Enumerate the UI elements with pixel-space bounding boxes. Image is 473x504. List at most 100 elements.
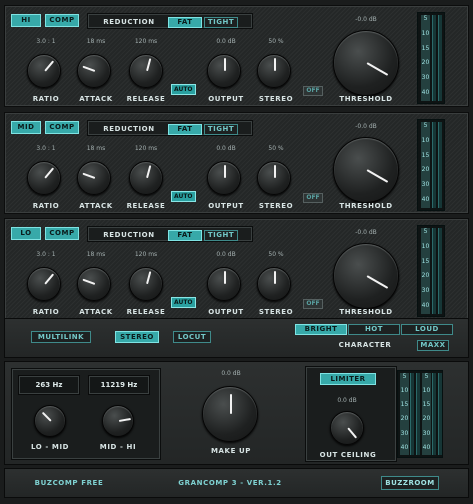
meter-scale-tick: 20: [421, 272, 430, 280]
output-value: 0.0 dB: [216, 251, 236, 258]
meter-scale-tick: 20: [421, 59, 430, 67]
meter-scale: 5 10 15 20 30 40: [421, 122, 430, 208]
band-mid-fat-button[interactable]: FAT: [168, 124, 202, 135]
band-lo-attack-knob[interactable]: [77, 267, 111, 301]
band-lo-stereo-knob[interactable]: [257, 267, 291, 301]
band-lo-output-knob[interactable]: [207, 267, 241, 301]
out-ceiling-label: OUT CEILING: [319, 451, 377, 459]
band-hi-solo-button[interactable]: HI: [11, 14, 41, 27]
band-mid-threshold-knob[interactable]: [333, 137, 399, 203]
band-lo-solo-button[interactable]: LO: [11, 227, 41, 240]
out-ceiling-knob[interactable]: [330, 411, 364, 445]
band-hi-reduction-box: REDUCTION FAT TIGHT: [87, 13, 253, 29]
band-lo-release-knob[interactable]: [129, 267, 163, 301]
band-hi-stereo-off-button[interactable]: OFF: [303, 86, 323, 96]
locut-button[interactable]: LOCUT: [173, 331, 211, 343]
band-mid-release-knob[interactable]: [129, 161, 163, 195]
band-hi-threshold-knob[interactable]: [333, 30, 399, 96]
low-crossover-display[interactable]: 263 Hz: [18, 375, 80, 395]
band-mid-auto-button[interactable]: AUTO: [171, 191, 196, 202]
band-mid-solo-button[interactable]: MID: [11, 121, 41, 134]
character-loud-button[interactable]: LOUD: [401, 324, 453, 335]
meter-scale-tick: 10: [421, 136, 430, 144]
band-mid-stereo-off-button[interactable]: OFF: [303, 193, 323, 203]
band-hi-gain-reduction-meter: 5 10 15 20 30 40: [417, 12, 445, 104]
band-mid-output-knob[interactable]: [207, 161, 241, 195]
band-lo-auto-button[interactable]: AUTO: [171, 297, 196, 308]
character-bright-button[interactable]: BRIGHT: [295, 324, 347, 335]
meter-scale-tick: 10: [421, 242, 430, 250]
band-hi-output-knob[interactable]: [207, 54, 241, 88]
band-lo-ratio-knob[interactable]: [27, 267, 61, 301]
band-mid-comp-button[interactable]: COMP: [45, 121, 79, 134]
meter-scale-tick: 15: [400, 401, 409, 409]
band-mid-panel: MID COMP REDUCTION FAT TIGHT 3.0 : 1 18 …: [4, 112, 469, 214]
band-mid-stereo-knob[interactable]: [257, 161, 291, 195]
mid-hi-knob[interactable]: [102, 405, 134, 437]
threshold-label: THRESHOLD: [339, 95, 393, 103]
makeup-knob[interactable]: [202, 386, 258, 442]
maxx-button[interactable]: MAXX: [417, 340, 449, 351]
band-hi-comp-button[interactable]: COMP: [45, 14, 79, 27]
meter-scale-tick: 30: [422, 429, 431, 437]
band-hi-fat-button[interactable]: FAT: [168, 17, 202, 28]
stereo-toggle-button[interactable]: STEREO: [115, 331, 159, 343]
band-hi-tight-button[interactable]: TIGHT: [204, 17, 238, 28]
meter-scale-tick: 40: [421, 196, 430, 204]
meter-scale-tick: 30: [421, 74, 430, 82]
band-mid-tight-button[interactable]: TIGHT: [204, 124, 238, 135]
high-crossover-display[interactable]: 11219 Hz: [88, 375, 150, 395]
meter-scale-tick: 10: [422, 387, 431, 395]
output-level-meter: 5 10 15 20 30 40 5 10 15 20 30 40: [397, 370, 443, 458]
stereo-label: STEREO: [258, 202, 294, 210]
band-mid-ratio-knob[interactable]: [27, 161, 61, 195]
options-row: MULTILINK STEREO LOCUT BRIGHT HOT LOUD C…: [4, 318, 469, 358]
ratio-label: RATIO: [32, 202, 60, 210]
makeup-value: 0.0 dB: [221, 370, 241, 377]
ratio-value: 3.0 : 1: [36, 145, 56, 152]
reduction-label: REDUCTION: [103, 125, 155, 133]
threshold-value: -0.0 dB: [355, 16, 377, 23]
meter-scale-tick: 30: [421, 181, 430, 189]
stereo-value: 50 %: [268, 38, 284, 45]
reduction-label: REDUCTION: [103, 18, 155, 26]
output-label: OUTPUT: [208, 95, 244, 103]
meter-scale-tick: 20: [421, 166, 430, 174]
meter-scale-tick: 20: [422, 415, 431, 423]
limiter-button[interactable]: LIMITER: [320, 373, 376, 385]
band-hi-ratio-knob[interactable]: [27, 54, 61, 88]
character-hot-button[interactable]: HOT: [348, 324, 400, 335]
threshold-value: -0.0 dB: [355, 123, 377, 130]
lo-mid-knob[interactable]: [34, 405, 66, 437]
band-mid-gain-reduction-meter: 5 10 15 20 30 40: [417, 119, 445, 211]
stereo-value: 50 %: [268, 251, 284, 258]
stereo-label: STEREO: [258, 308, 294, 316]
band-mid-reduction-box: REDUCTION FAT TIGHT: [87, 120, 253, 136]
meter-scale-tick: 15: [422, 401, 431, 409]
stereo-label: STEREO: [258, 95, 294, 103]
band-lo-stereo-off-button[interactable]: OFF: [303, 299, 323, 309]
buzzroom-button[interactable]: BUZZROOM: [381, 476, 439, 490]
attack-label: ATTACK: [79, 202, 113, 210]
band-lo-tight-button[interactable]: TIGHT: [204, 230, 238, 241]
crossover-panel: 263 Hz 11219 Hz LO - MID MID - HI: [11, 368, 161, 460]
band-hi-stereo-knob[interactable]: [257, 54, 291, 88]
multilink-button[interactable]: MULTILINK: [31, 331, 91, 343]
lo-mid-label: LO - MID: [30, 443, 70, 451]
meter-scale-tick: 10: [421, 29, 430, 37]
output-label: OUTPUT: [208, 202, 244, 210]
band-hi-panel: HI COMP REDUCTION FAT TIGHT 3.0 : 1 18 m…: [4, 5, 469, 107]
band-hi-attack-knob[interactable]: [77, 54, 111, 88]
meter-scale-tick: 40: [422, 443, 431, 451]
band-hi-auto-button[interactable]: AUTO: [171, 84, 196, 95]
band-lo-comp-button[interactable]: COMP: [45, 227, 79, 240]
band-lo-threshold-knob[interactable]: [333, 243, 399, 309]
band-hi-release-knob[interactable]: [129, 54, 163, 88]
meter-scale-tick: 20: [400, 415, 409, 423]
meter-scale-tick: 10: [400, 387, 409, 395]
meter-scale-right: 5 10 15 20 30 40: [422, 373, 431, 455]
band-lo-fat-button[interactable]: FAT: [168, 230, 202, 241]
band-lo-gain-reduction-meter: 5 10 15 20 30 40: [417, 225, 445, 317]
band-mid-attack-knob[interactable]: [77, 161, 111, 195]
meter-scale-left: 5 10 15 20 30 40: [400, 373, 409, 455]
